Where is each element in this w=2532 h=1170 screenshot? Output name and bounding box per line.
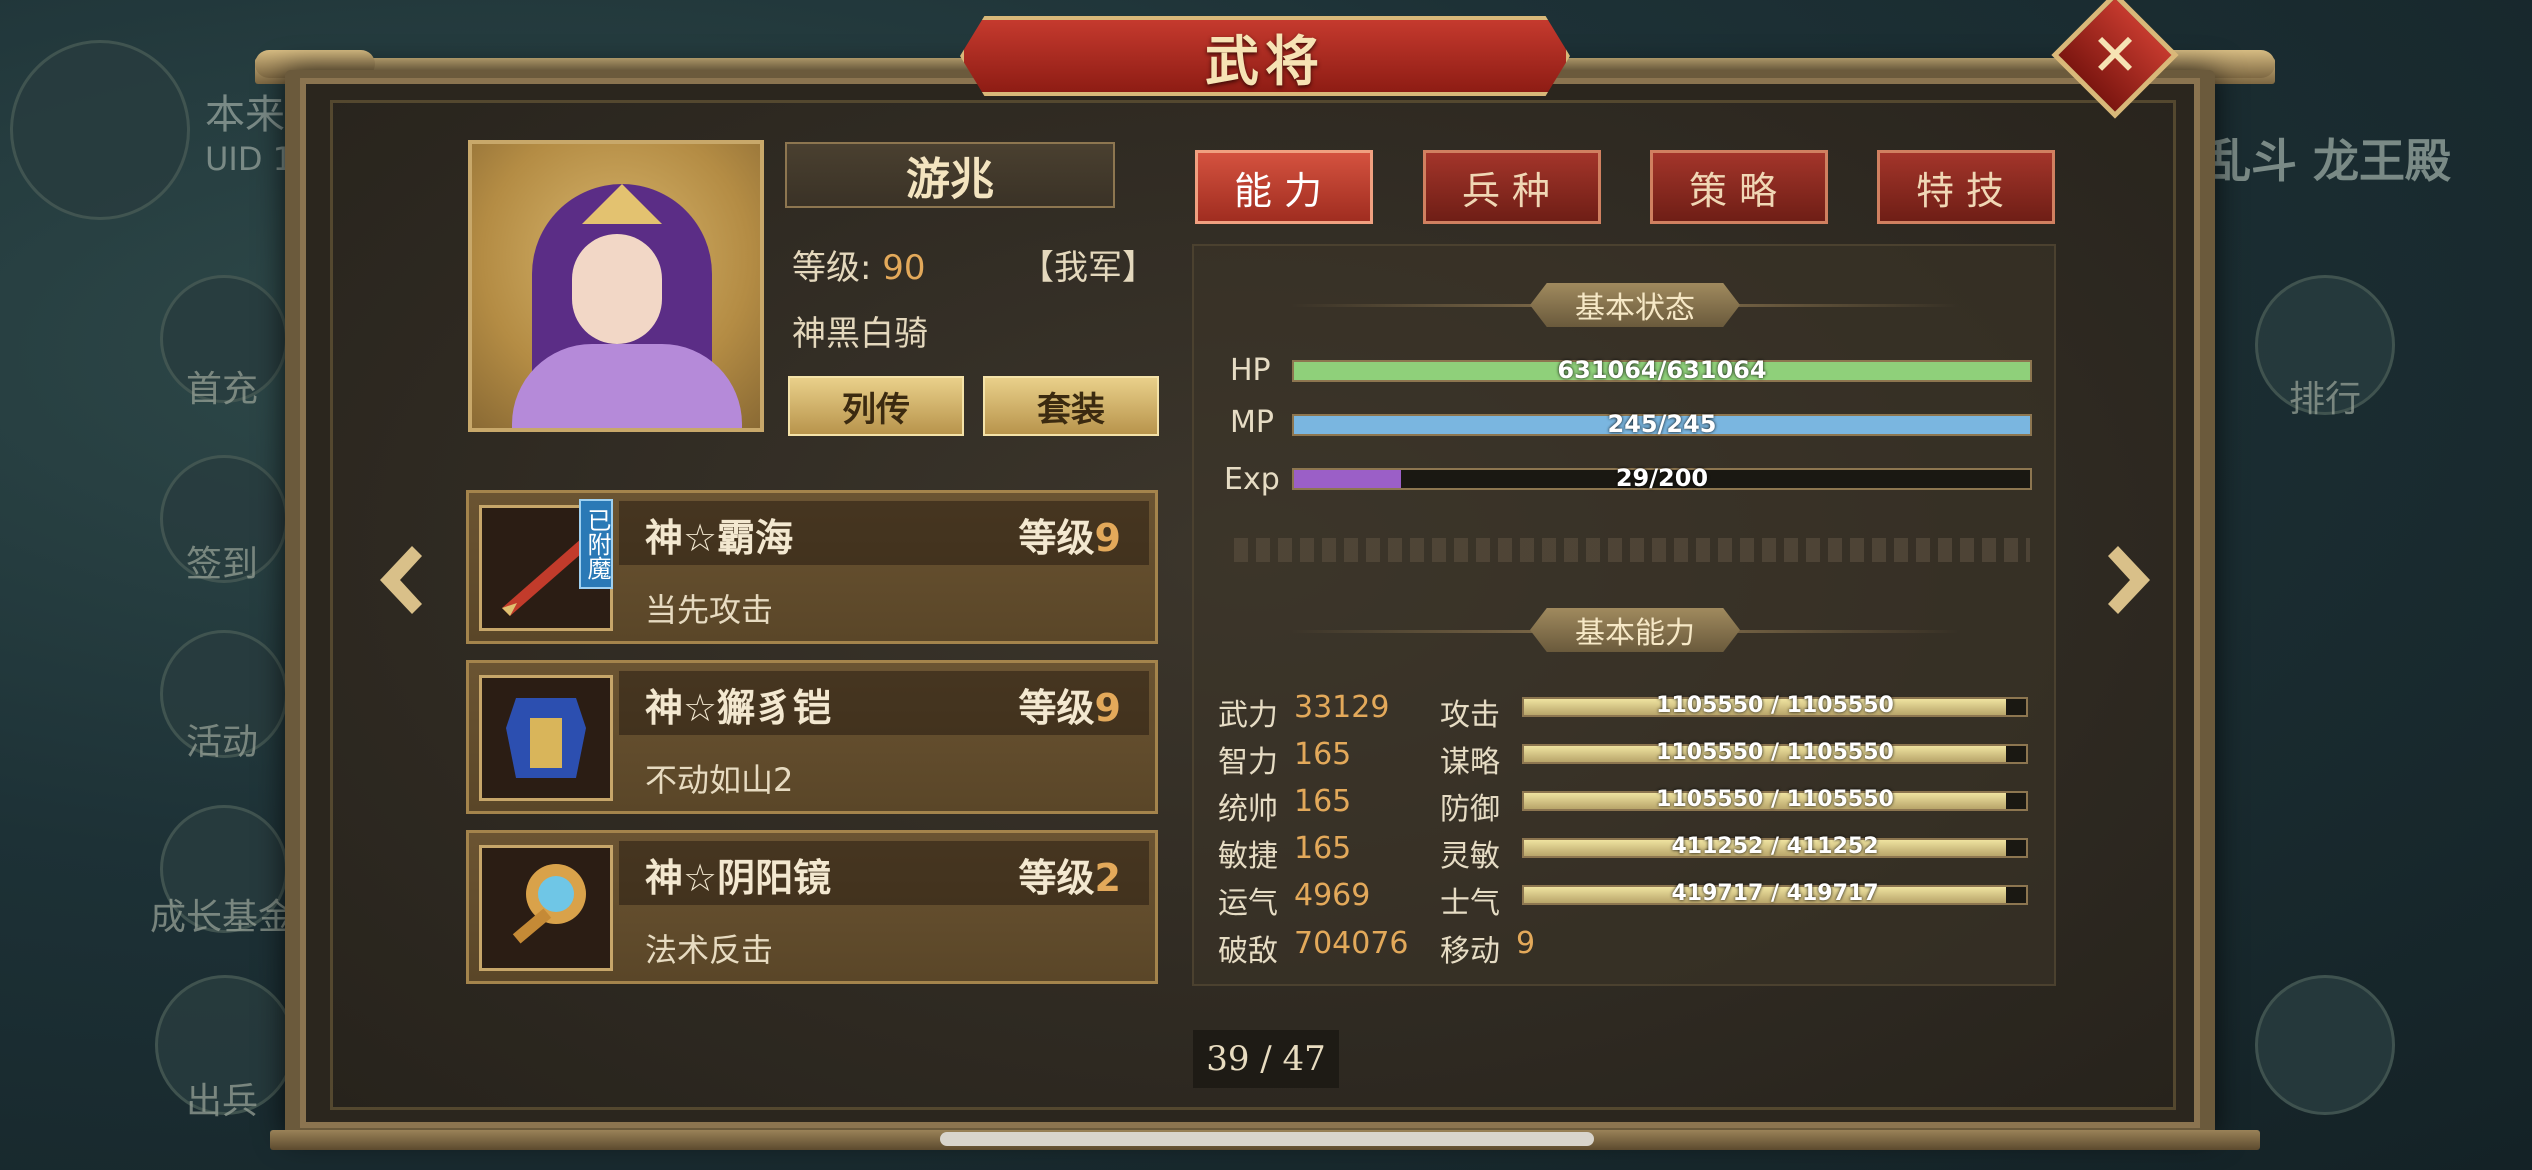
stat-force-label: 武力: [1218, 698, 1278, 733]
hero-portrait: [468, 140, 764, 432]
stat-move-value: 9: [1516, 926, 1536, 961]
equipment-set-button[interactable]: 套装: [983, 376, 1159, 436]
menu-label: 排行: [2288, 379, 2361, 420]
player-avatar: [10, 40, 190, 220]
hp-bar: 631064/631064: [1292, 356, 2032, 384]
hero-level-label: 等级:: [792, 248, 872, 288]
armor-icon: [479, 675, 613, 801]
stat-attack-label: 攻击: [1440, 698, 1500, 733]
stat-break-value: 704076: [1294, 926, 1409, 961]
tab-ability[interactable]: 能力: [1195, 150, 1373, 224]
stat-move-label: 移动: [1440, 934, 1500, 969]
defense-bar: 1105550 / 1105550: [1522, 787, 2028, 812]
chevron-right-icon: [2108, 546, 2150, 614]
hero-name: 游兆: [906, 154, 994, 205]
stat-command-label: 统帅: [1218, 792, 1278, 827]
mirror-icon: [479, 845, 613, 971]
stat-intelligence-value: 165: [1294, 737, 1352, 772]
stat-luck-label: 运气: [1218, 886, 1278, 921]
hero-name-plate: 游兆: [785, 142, 1115, 208]
equipment-skill: 法术反击: [645, 931, 774, 969]
exp-value: 29/200: [1615, 464, 1709, 492]
stat-morale-label: 士气: [1440, 886, 1500, 921]
basic-status-header: 基本状态: [1530, 283, 1740, 327]
equipment-skill: 不动如山2: [645, 761, 794, 799]
strategy-value: 1105550 / 1105550: [1656, 740, 1894, 765]
stat-command-value: 165: [1294, 784, 1352, 819]
hero-level-value: 90: [882, 248, 926, 288]
stat-agility-value: 165: [1294, 831, 1352, 866]
tab-strategy[interactable]: 策略: [1650, 150, 1828, 224]
stat-intelligence-label: 智力: [1218, 745, 1278, 780]
hero-unit-type: 神黑白骑: [792, 314, 928, 354]
equipment-slot-weapon[interactable]: 已附魔 神☆霸海 等级9 当先攻击: [466, 490, 1158, 644]
equipment-level: 等级2: [1018, 856, 1121, 900]
dialog-title: 武将: [1205, 28, 1325, 93]
dexterity-value: 411252 / 411252: [1671, 834, 1879, 859]
morale-bar: 419717 / 419717: [1522, 881, 2028, 906]
equipment-skill: 当先攻击: [645, 591, 774, 629]
hero-page-indicator: 39 / 47: [1193, 1030, 1339, 1088]
equipment-slot-accessory[interactable]: 神☆阴阳镜 等级2 法术反击: [466, 830, 1158, 984]
biography-button[interactable]: 列传: [788, 376, 964, 436]
decorative-divider: [1234, 538, 2030, 562]
enchanted-badge: 已附魔: [579, 499, 613, 589]
equipment-name: 神☆霸海: [645, 516, 794, 560]
tab-special-skill[interactable]: 特技: [1877, 150, 2055, 224]
stat-luck-value: 4969: [1294, 878, 1371, 913]
stat-dexterity-label: 灵敏: [1440, 839, 1500, 874]
strategy-bar: 1105550 / 1105550: [1522, 740, 2028, 765]
equipment-name: 神☆獬豸铠: [645, 686, 832, 730]
hero-level: 等级: 90: [792, 240, 926, 289]
mp-value: 245/245: [1607, 410, 1717, 438]
attack-bar: 1105550 / 1105550: [1522, 693, 2028, 718]
tab-troop-type[interactable]: 兵种: [1423, 150, 1601, 224]
next-hero-button[interactable]: [2098, 540, 2158, 620]
defense-value: 1105550 / 1105550: [1656, 787, 1894, 812]
stat-agility-label: 敏捷: [1218, 839, 1278, 874]
mp-bar: 245/245: [1292, 410, 2032, 438]
hero-faction: 【我军】: [1020, 248, 1156, 288]
hp-label: HP: [1230, 353, 1271, 388]
stat-strategy-label: 谋略: [1440, 745, 1500, 780]
event-title: 乱斗 龙王殿: [2205, 134, 2452, 188]
exp-bar: 29/200: [1292, 464, 2032, 492]
menu-more[interactable]: [2255, 975, 2395, 1115]
player-name: 本来: [205, 92, 285, 138]
stat-break-label: 破敌: [1218, 934, 1278, 969]
attack-value: 1105550 / 1105550: [1656, 693, 1894, 718]
stat-force-value: 33129: [1294, 690, 1390, 725]
equipment-slot-armor[interactable]: 神☆獬豸铠 等级9 不动如山2: [466, 660, 1158, 814]
morale-value: 419717 / 419717: [1671, 881, 1879, 906]
mp-label: MP: [1230, 405, 1274, 440]
equipment-level: 等级9: [1018, 686, 1121, 730]
exp-label: Exp: [1224, 462, 1280, 497]
equipment-level: 等级9: [1018, 516, 1121, 560]
title-plate: 武将: [960, 16, 1570, 96]
chevron-left-icon: [380, 546, 422, 614]
equipment-name: 神☆阴阳镜: [645, 856, 832, 900]
stat-defense-label: 防御: [1440, 792, 1500, 827]
dexterity-bar: 411252 / 411252: [1522, 834, 2028, 859]
home-indicator[interactable]: [940, 1132, 1594, 1146]
hp-value: 631064/631064: [1557, 356, 1767, 384]
basic-ability-header: 基本能力: [1530, 608, 1740, 652]
prev-hero-button[interactable]: [372, 540, 432, 620]
